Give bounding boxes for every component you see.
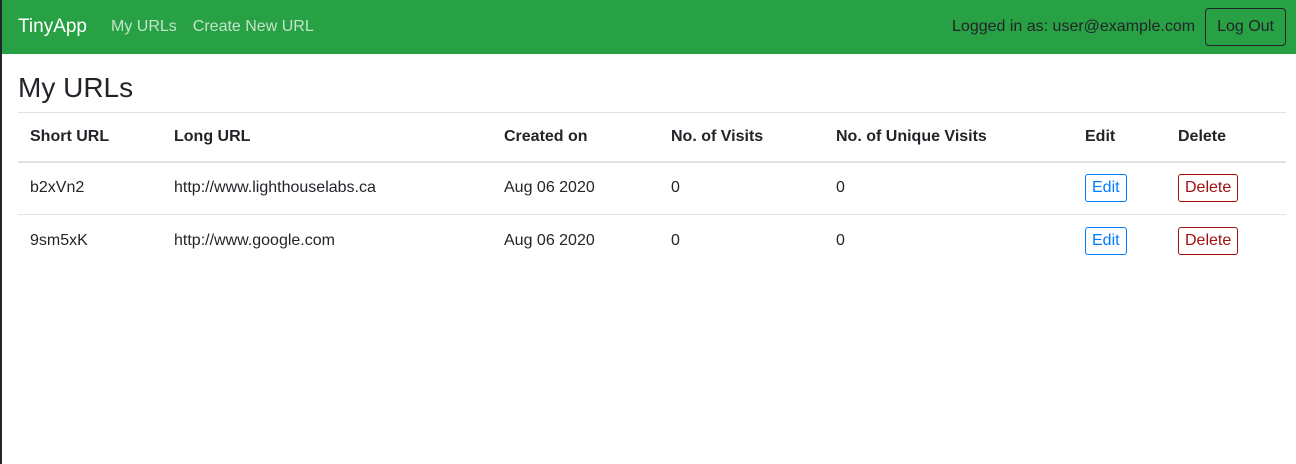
- delete-button[interactable]: Delete: [1178, 227, 1239, 256]
- navbar: TinyApp My URLs Create New URL Logged in…: [2, 0, 1296, 54]
- header-delete: Delete: [1166, 112, 1286, 163]
- delete-cell: Delete: [1166, 161, 1286, 215]
- edit-button[interactable]: Edit: [1085, 227, 1127, 256]
- table-row: 9sm5xK http://www.google.com Aug 06 2020…: [18, 215, 1286, 268]
- header-visits: No. of Visits: [659, 112, 824, 163]
- logout-button[interactable]: Log Out: [1205, 8, 1286, 46]
- unique-visits-cell: 0: [836, 232, 845, 250]
- edit-cell: Edit: [1073, 161, 1166, 215]
- short-url-cell: 9sm5xK: [30, 232, 88, 250]
- short-url-cell: b2xVn2: [18, 161, 162, 215]
- main-content: My URLs Short URL Long URL Created on No…: [2, 54, 1296, 268]
- long-url-cell: http://www.lighthouselabs.ca: [162, 161, 492, 215]
- visits-cell: 0: [659, 161, 824, 215]
- long-url-cell: http://www.google.com: [174, 232, 335, 250]
- created-on-cell: Aug 06 2020: [504, 232, 595, 250]
- page-title: My URLs: [18, 72, 134, 103]
- table-body: b2xVn2 http://www.lighthouselabs.ca Aug …: [18, 161, 1286, 268]
- nav-link-create-new-url[interactable]: Create New URL: [193, 18, 314, 36]
- app-window: TinyApp My URLs Create New URL Logged in…: [0, 0, 1296, 464]
- header-edit: Edit: [1073, 112, 1166, 163]
- login-status: Logged in as: user@example.com: [952, 18, 1196, 35]
- edit-button[interactable]: Edit: [1085, 174, 1127, 203]
- table-row: b2xVn2 http://www.lighthouselabs.ca Aug …: [18, 161, 1286, 215]
- nav-link-my-urls[interactable]: My URLs: [111, 18, 177, 36]
- visits-cell: 0: [671, 232, 680, 250]
- table-header: Short URL Long URL Created on No. of Vis…: [18, 112, 1286, 163]
- header-short-url: Short URL: [18, 112, 162, 163]
- header-created-on: Created on: [492, 112, 659, 163]
- urls-table: Short URL Long URL Created on No. of Vis…: [18, 112, 1286, 268]
- unique-visits-cell: 0: [824, 161, 1073, 215]
- header-unique-visits: No. of Unique Visits: [824, 112, 1073, 163]
- delete-button[interactable]: Delete: [1178, 174, 1239, 203]
- delete-cell: Delete: [1166, 215, 1286, 268]
- brand-link[interactable]: TinyApp: [18, 16, 87, 38]
- header-row: Short URL Long URL Created on No. of Vis…: [18, 112, 1286, 163]
- header-long-url: Long URL: [162, 112, 492, 163]
- edit-cell: Edit: [1073, 215, 1166, 268]
- created-on-cell: Aug 06 2020: [492, 161, 659, 215]
